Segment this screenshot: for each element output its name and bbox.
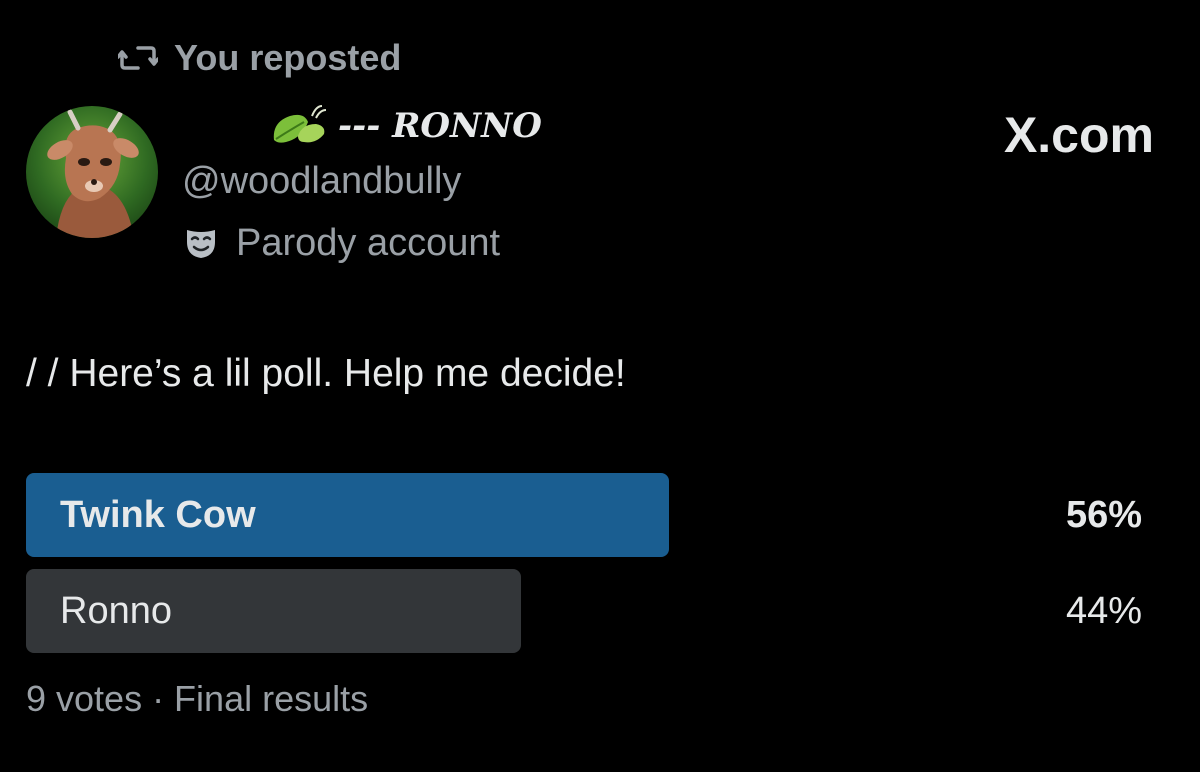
- display-name-row[interactable]: --- RONNO: [268, 100, 542, 152]
- poll-option-percent: 44%: [1065, 590, 1142, 632]
- poll-option-label: Ronno: [60, 590, 172, 632]
- leaf-icon: [268, 102, 328, 150]
- poll-option-percent: 56%: [1065, 494, 1142, 536]
- poll-option-label: Twink Cow: [60, 494, 256, 536]
- parody-label: Parody account: [236, 221, 501, 264]
- poll: Twink Cow 56% Ronno 44%: [26, 473, 1142, 665]
- poll-option-twink-cow: Twink Cow 56%: [26, 473, 1142, 557]
- repost-icon: [118, 43, 158, 73]
- site-logo: X.com: [1003, 107, 1154, 163]
- parody-badge: Parody account: [184, 220, 500, 266]
- avatar[interactable]: [26, 106, 158, 238]
- display-name: --- RONNO: [338, 106, 542, 146]
- poll-option-ronno: Ronno 44%: [26, 569, 1142, 653]
- repost-label: You reposted: [174, 37, 402, 78]
- parody-mask-icon: [184, 226, 218, 260]
- author-handle[interactable]: @woodlandbully: [182, 160, 461, 203]
- poll-footer: 9 votes · Final results: [26, 678, 369, 719]
- repost-indicator: You reposted: [118, 36, 401, 80]
- tweet-text: / / Here’s a lil poll. Help me decide!: [26, 352, 626, 395]
